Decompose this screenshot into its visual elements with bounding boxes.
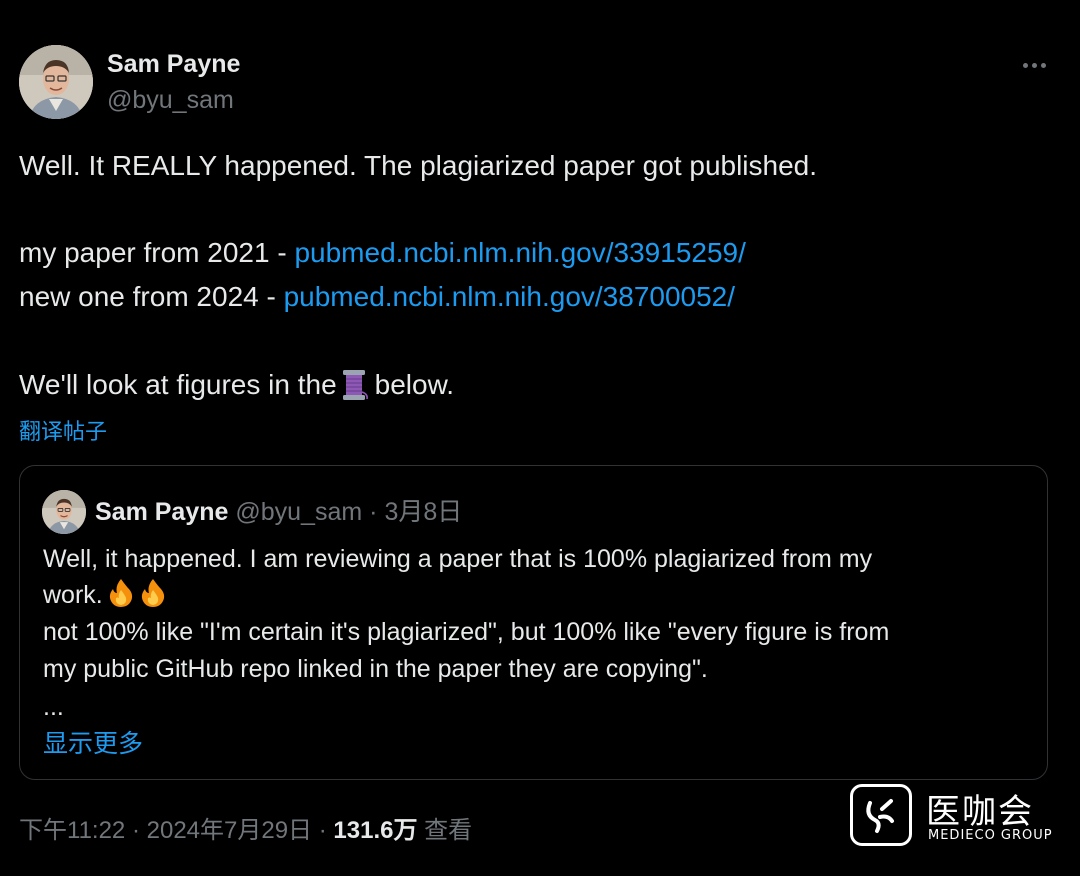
post-text: my paper from 2021 - [19, 237, 295, 268]
medieco-watermark: 医咖会 MEDIECO GROUP [850, 784, 1060, 850]
post-text: new one from 2024 - [19, 281, 284, 312]
author-avatar[interactable] [19, 45, 93, 119]
post-text-line: Well. It REALLY happened. The plagiarize… [19, 150, 818, 181]
post-text: below. [374, 369, 455, 400]
separator-dot: · [131, 817, 140, 844]
fire-icon [107, 578, 135, 608]
views-label: 查看 [424, 817, 473, 844]
post-meta: 下午11:22 · 2024年7月29日 · 131.6万 查看 [19, 815, 472, 847]
quoted-text-line: Well, it happened. I am reviewing a pape… [43, 545, 873, 573]
fire-icon [139, 578, 167, 608]
watermark-title: 医咖会 [926, 792, 1034, 832]
post-time[interactable]: 下午11:22 [19, 817, 125, 844]
quoted-tweet-date[interactable]: 3月8日 [384, 498, 462, 526]
author-handle[interactable]: @byu_sam [107, 86, 234, 115]
tweet-page: Sam Payne @byu_sam Well. It REALLY happe… [0, 0, 1080, 876]
separator-dot: · [318, 817, 327, 844]
more-dot-icon [1022, 62, 1028, 68]
quoted-tweet-card[interactable]: Sam Payne @byu_sam · 3月8日 Well, it happe… [19, 465, 1048, 780]
author-name[interactable]: Sam Payne [107, 50, 240, 79]
pubmed-link-2024[interactable]: pubmed.ncbi.nlm.nih.gov/38700052/ [284, 281, 735, 312]
more-dot-icon [1040, 62, 1046, 68]
show-more-link[interactable]: 显示更多 [43, 724, 143, 760]
quoted-text-line: not 100% like "I'm certain it's plagiari… [43, 618, 890, 646]
quoted-author-handle[interactable]: @byu_sam [235, 498, 362, 526]
separator-dot: · [369, 498, 378, 526]
quoted-author-avatar[interactable] [42, 490, 86, 534]
pubmed-link-2021[interactable]: pubmed.ncbi.nlm.nih.gov/33915259/ [294, 237, 745, 268]
post-text: We'll look at figures in the [19, 369, 337, 400]
thread-spool-icon [340, 368, 370, 402]
post-date[interactable]: 2024年7月29日 [147, 817, 312, 844]
quoted-tweet-header: Sam Payne @byu_sam · 3月8日 [95, 496, 462, 528]
post-text-line: my paper from 2021 - pubmed.ncbi.nlm.nih… [19, 236, 746, 270]
post-text-line: new one from 2024 - pubmed.ncbi.nlm.nih.… [19, 280, 735, 314]
post-text-line: We'll look at figures in the below. [19, 368, 454, 402]
quoted-text-line: my public GitHub repo linked in the pape… [43, 655, 708, 683]
quoted-author-name[interactable]: Sam Payne [95, 498, 228, 526]
medieco-logo-icon [850, 784, 912, 846]
watermark-subtitle: MEDIECO GROUP [928, 828, 1053, 843]
views-count: 131.6万 [333, 817, 418, 844]
quoted-text-ellipsis: ... [43, 693, 64, 721]
more-options-button[interactable] [1012, 52, 1056, 78]
quoted-text: work. [43, 581, 103, 609]
translate-post-link[interactable]: 翻译帖子 [19, 414, 107, 446]
more-dot-icon [1031, 62, 1037, 68]
quoted-text-line: work. [43, 578, 167, 612]
